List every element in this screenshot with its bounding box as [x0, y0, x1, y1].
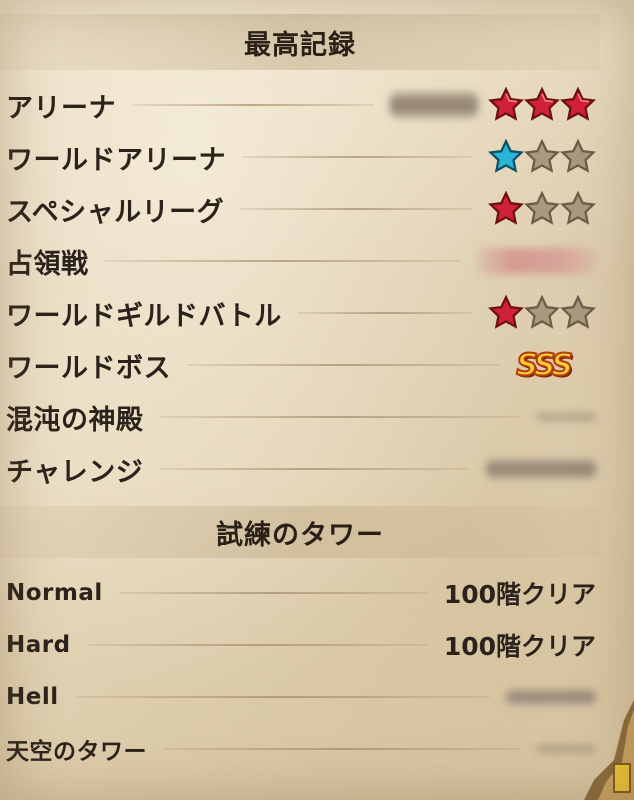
star-icon: [524, 295, 560, 331]
record-value: [488, 295, 596, 331]
record-value: [476, 248, 596, 274]
star-icon: [524, 139, 560, 175]
record-value: [486, 459, 596, 479]
divider-line: [118, 592, 428, 594]
tower-row-normal: Normal 100階クリア: [6, 568, 596, 618]
star-rating: [488, 139, 596, 175]
tower-row-hard: Hard 100階クリア: [6, 620, 596, 670]
star-icon: [488, 295, 524, 331]
divider-line: [240, 208, 472, 210]
divider-line: [86, 644, 428, 646]
tower-progress: 100階クリア: [443, 580, 596, 609]
divider-line: [187, 364, 501, 366]
record-row-occupation-battle: 占領戦: [6, 236, 596, 286]
divider-line: [159, 416, 520, 418]
record-label: ワールドボス: [6, 352, 171, 384]
star-rating: [488, 87, 596, 123]
star-icon: [488, 87, 524, 123]
divider-line: [74, 696, 490, 698]
divider-line: [132, 104, 374, 106]
tower-value: [506, 689, 596, 705]
star-icon: [488, 139, 524, 175]
divider-line: [297, 312, 472, 314]
divider-line: [242, 156, 472, 158]
record-row-world-boss: ワールドボス SSS: [6, 340, 596, 390]
tower-row-sky: 天空のタワー: [6, 724, 596, 774]
star-icon: [524, 87, 560, 123]
record-row-chaos-temple: 混沌の神殿: [6, 392, 596, 442]
record-value: [536, 412, 596, 422]
tower-value: 100階クリア: [444, 627, 596, 663]
redacted-badge: [390, 92, 478, 118]
star-icon: [560, 191, 596, 227]
divider-line: [104, 260, 460, 262]
redacted-value: [486, 459, 596, 479]
record-label: 混沌の神殿: [6, 404, 144, 436]
record-label: 占領戦: [6, 248, 89, 280]
tower-label: Normal: [6, 580, 103, 606]
record-row-challenge: チャレンジ: [6, 444, 596, 494]
star-rating: [488, 295, 596, 331]
record-value: [488, 139, 596, 175]
star-icon: [524, 191, 560, 227]
star-icon: [560, 87, 596, 123]
tower-label: Hard: [6, 632, 71, 658]
redacted-value: [506, 689, 596, 705]
record-label: スペシャルリーグ: [6, 196, 225, 228]
star-rating: [488, 191, 596, 227]
tower-label: Hell: [6, 684, 59, 710]
record-row-special-league: スペシャルリーグ: [6, 184, 596, 234]
divider-line: [159, 468, 470, 470]
record-label: チャレンジ: [6, 456, 144, 488]
star-icon: [560, 139, 596, 175]
trial-tower-title: 試練のタワー: [216, 519, 384, 551]
record-label: ワールドアリーナ: [6, 144, 226, 176]
trial-tower-header: 試練のタワー: [0, 506, 600, 558]
record-label: アリーナ: [6, 92, 116, 124]
record-value: [390, 87, 596, 123]
best-records-title: 最高記録: [244, 29, 356, 61]
star-icon: [488, 191, 524, 227]
record-label: ワールドギルドバトル: [6, 300, 282, 332]
best-records-header: 最高記録: [0, 14, 600, 70]
divider-line: [163, 748, 520, 750]
redacted-value: [536, 412, 596, 422]
rank-badge: SSS: [515, 347, 574, 384]
star-icon: [560, 295, 596, 331]
record-row-world-guild-battle: ワールドギルドバトル: [6, 288, 596, 338]
corner-ornament-icon: [584, 700, 634, 800]
record-value: [488, 191, 596, 227]
tower-label: 天空のタワー: [6, 739, 147, 765]
redacted-value: [476, 248, 596, 274]
record-row-world-arena: ワールドアリーナ: [6, 132, 596, 182]
record-row-arena: アリーナ: [6, 80, 596, 130]
tower-row-hell: Hell: [6, 672, 596, 722]
tower-progress: 100階クリア: [443, 632, 596, 661]
tower-value: 100階クリア: [444, 575, 596, 611]
record-value: SSS: [515, 347, 596, 384]
